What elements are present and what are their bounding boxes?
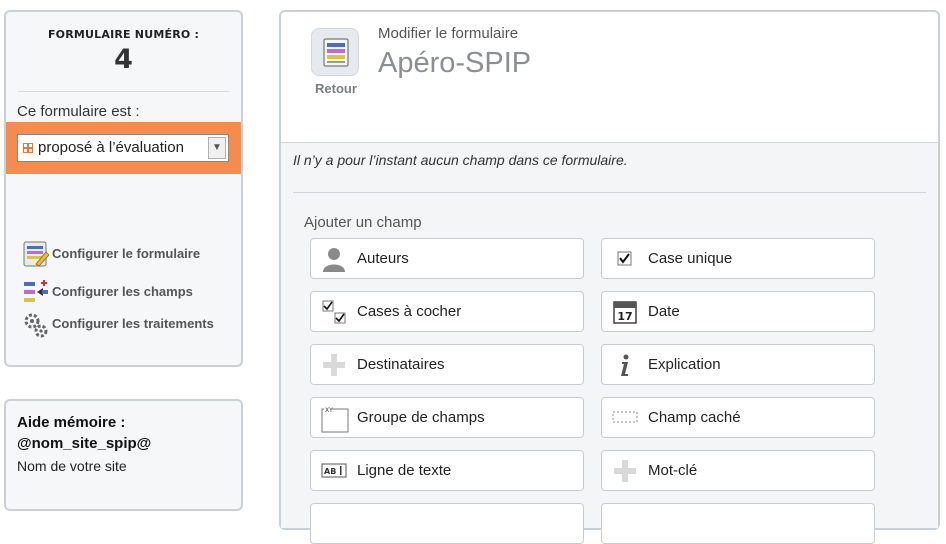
add-field-date[interactable]: 17 Date — [601, 291, 875, 332]
checkbox-icon — [612, 246, 638, 272]
add-field-groupe-de-champs[interactable]: XY Groupe de champs — [310, 397, 584, 438]
info-icon — [612, 352, 638, 378]
fieldset-icon: XY — [321, 405, 349, 432]
field-type-label: Champ caché — [648, 409, 741, 426]
page-subtitle: Modifier le formulaire — [378, 25, 519, 42]
add-field-ligne-de-texte[interactable]: AB Ligne de texte — [310, 450, 584, 491]
hidden-field-icon — [612, 405, 638, 431]
field-type-label: Auteurs — [357, 250, 409, 267]
form-config-icon — [22, 240, 52, 268]
chevron-down-icon[interactable]: ▼ — [208, 137, 226, 159]
configure-processing-link[interactable]: Configurer les traitements — [22, 310, 222, 338]
form-info-panel: FORMULAIRE NUMÉRO : 4 Ce formulaire est … — [4, 10, 243, 367]
aide-code: @nom_site_spip@ — [17, 435, 152, 452]
text-line-icon: AB — [321, 458, 347, 484]
field-icon — [612, 511, 638, 537]
plus-icon — [321, 352, 347, 378]
empty-fields-message: Il n’y a pour l’instant aucun champ dans… — [293, 152, 628, 168]
field-type-label: Ligne de texte — [357, 462, 452, 479]
field-type-label: Case unique — [648, 250, 733, 267]
field-type-label: Explication — [648, 356, 721, 373]
add-field-next-right[interactable] — [601, 503, 875, 544]
add-field-mot-cle[interactable]: Mot-clé — [601, 450, 875, 491]
page-title: Apéro-SPIP — [378, 47, 532, 79]
status-band: proposé à l’évaluation ▼ — [6, 122, 241, 174]
user-icon — [321, 246, 347, 272]
aide-title: Aide mémoire : — [17, 414, 126, 431]
divider — [18, 91, 229, 92]
svg-text:AB: AB — [324, 467, 336, 476]
form-fields-area: Il n’y a pour l’instant aucun champ dans… — [281, 143, 938, 544]
configure-form-label: Configurer le formulaire — [52, 246, 201, 261]
svg-text:17: 17 — [617, 310, 632, 323]
add-field-champ-cache[interactable]: Champ caché — [601, 397, 875, 438]
field-icon — [321, 511, 347, 537]
svg-text:XY: XY — [325, 407, 333, 414]
add-field-destinataires[interactable]: Destinataires — [310, 344, 584, 385]
add-field-explication[interactable]: Explication — [601, 344, 875, 385]
add-field-case-unique[interactable]: Case unique — [601, 238, 875, 279]
fields-config-icon — [22, 278, 52, 306]
page-header: Retour Modifier le formulaire Apéro-SPIP — [281, 12, 938, 143]
configure-form-link[interactable]: Configurer le formulaire — [22, 240, 200, 268]
status-label: Ce formulaire est : — [17, 103, 140, 120]
aide-memoire-panel: Aide mémoire : @nom_site_spip@ Nom de vo… — [4, 399, 243, 511]
configure-fields-label: Configurer les champs — [52, 284, 193, 299]
add-field-auteurs[interactable]: Auteurs — [310, 238, 584, 279]
back-label[interactable]: Retour — [311, 81, 361, 96]
status-select[interactable]: proposé à l’évaluation ▼ — [17, 134, 229, 162]
field-type-label: Date — [648, 303, 680, 320]
main-panel: Retour Modifier le formulaire Apéro-SPIP… — [279, 10, 940, 544]
form-number-label: FORMULAIRE NUMÉRO : — [47, 28, 200, 41]
status-square-icon — [23, 143, 33, 153]
field-type-label: Groupe de champs — [357, 409, 485, 426]
form-number: 4 — [114, 44, 133, 75]
plus-icon — [612, 458, 638, 484]
field-type-label: Mot-clé — [648, 462, 698, 479]
field-type-label: Cases à cocher — [357, 303, 462, 320]
form-icon — [323, 38, 349, 67]
configure-processing-label: Configurer les traitements — [52, 316, 214, 331]
checkboxes-icon — [321, 299, 347, 325]
add-field-next-left[interactable] — [310, 503, 584, 544]
configure-fields-link[interactable]: Configurer les champs — [22, 278, 193, 306]
back-button[interactable] — [311, 28, 359, 76]
calendar-icon: 17 — [612, 299, 638, 325]
divider — [293, 192, 926, 193]
gears-icon — [22, 310, 52, 338]
add-field-cases-a-cocher[interactable]: Cases à cocher — [310, 291, 584, 332]
field-type-label: Destinataires — [357, 356, 445, 373]
add-field-label: Ajouter un champ — [304, 214, 422, 231]
aide-description: Nom de votre site — [17, 458, 127, 474]
status-select-value: proposé à l’évaluation — [38, 139, 184, 156]
